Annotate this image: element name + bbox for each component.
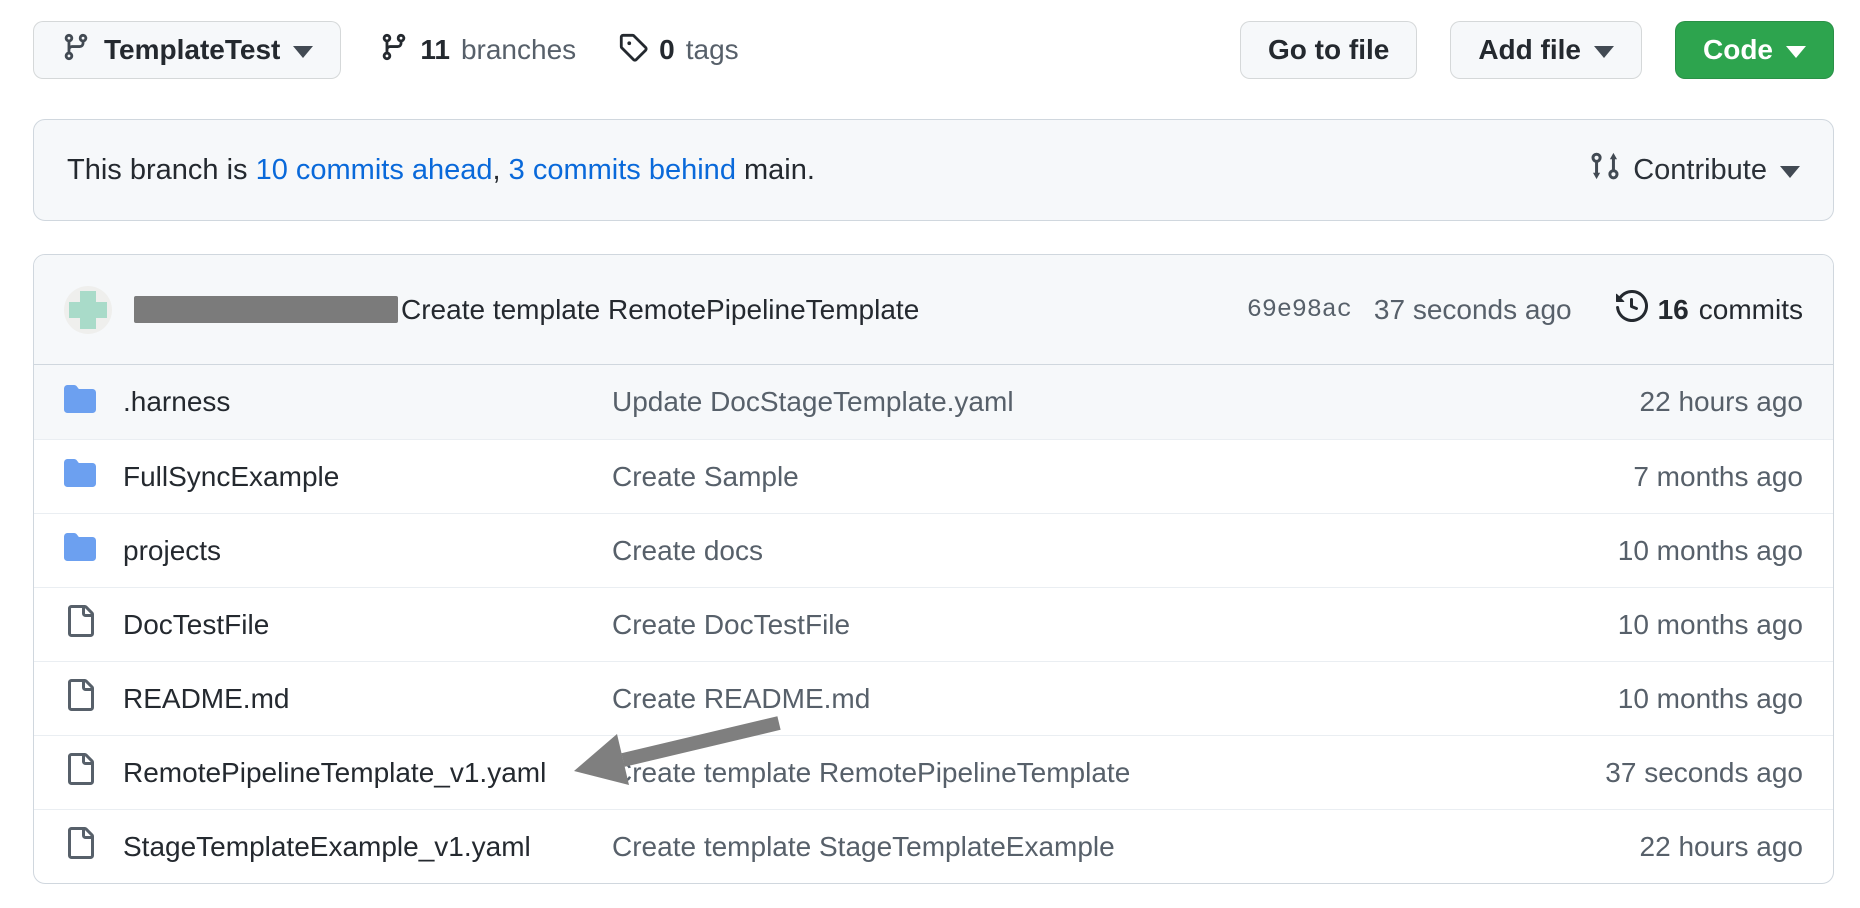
- chevron-down-icon: [293, 46, 313, 58]
- contribute-button[interactable]: Contribute: [1590, 151, 1800, 189]
- code-label: Code: [1703, 34, 1773, 66]
- file-name-link[interactable]: README.md: [123, 683, 289, 715]
- file-name-link[interactable]: FullSyncExample: [123, 461, 339, 493]
- file-name-cell: FullSyncExample: [64, 457, 612, 496]
- folder-icon: [64, 531, 96, 570]
- latest-commit-message[interactable]: Create template RemotePipelineTemplate: [401, 294, 919, 326]
- branch-name: TemplateTest: [104, 34, 280, 66]
- chevron-down-icon: [1594, 46, 1614, 58]
- commit-message-link[interactable]: Create template StageTemplateExample: [612, 831, 1483, 863]
- file-age: 10 months ago: [1483, 535, 1803, 567]
- branch-status-text: This branch is 10 commits ahead, 3 commi…: [67, 154, 815, 187]
- tag-icon: [618, 32, 648, 69]
- commit-message-link[interactable]: Create Sample: [612, 461, 1483, 493]
- file-age: 22 hours ago: [1483, 831, 1803, 863]
- table-row: .harness Update DocStageTemplate.yaml 22…: [34, 365, 1833, 439]
- commit-message-link[interactable]: Create docs: [612, 535, 1483, 567]
- tags-count: 0: [659, 34, 675, 66]
- add-file-label: Add file: [1478, 34, 1581, 66]
- repo-stats: 11 branches 0 tags: [379, 32, 738, 69]
- git-branch-icon: [61, 32, 91, 69]
- latest-commit-meta: 69e98ac 37 seconds ago 16 commits: [1247, 290, 1803, 329]
- file-name-cell: StageTemplateExample_v1.yaml: [64, 827, 612, 866]
- file-name-cell: RemotePipelineTemplate_v1.yaml: [64, 753, 612, 792]
- commits-behind-link[interactable]: 3 commits behind: [509, 154, 736, 186]
- repo-toolbar: TemplateTest 11 branches 0 tags Go to fi…: [33, 21, 1834, 79]
- chevron-down-icon: [1780, 166, 1800, 178]
- status-comma: ,: [493, 154, 509, 186]
- file-name-link[interactable]: projects: [123, 535, 221, 567]
- commit-count: 16: [1658, 294, 1689, 326]
- branches-label: branches: [461, 34, 576, 66]
- file-age: 10 months ago: [1483, 609, 1803, 641]
- file-icon: [64, 679, 96, 718]
- file-age: 10 months ago: [1483, 683, 1803, 715]
- file-name-link[interactable]: DocTestFile: [123, 609, 269, 641]
- history-clock-icon: [1616, 290, 1648, 329]
- status-suffix: main.: [736, 154, 815, 186]
- commit-message-link[interactable]: Create README.md: [612, 683, 1483, 715]
- file-icon: [64, 605, 96, 644]
- commit-sha: 69e98ac: [1247, 295, 1352, 324]
- file-icon: [64, 827, 96, 866]
- branches-count: 11: [420, 34, 450, 66]
- file-name-cell: README.md: [64, 679, 612, 718]
- table-row: RemotePipelineTemplate_v1.yaml Create te…: [34, 735, 1833, 809]
- repo-page: TemplateTest 11 branches 0 tags Go to fi…: [0, 0, 1860, 884]
- file-age: 37 seconds ago: [1483, 757, 1803, 789]
- file-age: 7 months ago: [1483, 461, 1803, 493]
- commit-message-link[interactable]: Update DocStageTemplate.yaml: [612, 386, 1483, 418]
- chevron-down-icon: [1786, 46, 1806, 58]
- file-browser: Create template RemotePipelineTemplate 6…: [33, 254, 1834, 884]
- status-prefix: This branch is: [67, 154, 256, 186]
- file-icon: [64, 753, 96, 792]
- file-name-link[interactable]: RemotePipelineTemplate_v1.yaml: [123, 757, 546, 789]
- file-name-cell: projects: [64, 531, 612, 570]
- redacted-username: [134, 296, 398, 323]
- tags-label: tags: [686, 34, 739, 66]
- commits-ahead-link[interactable]: 10 commits ahead: [256, 154, 493, 186]
- tags-stat[interactable]: 0 tags: [618, 32, 739, 69]
- file-name-link[interactable]: .harness: [123, 386, 230, 418]
- commit-message-link[interactable]: Create template RemotePipelineTemplate: [612, 757, 1483, 789]
- folder-icon: [64, 383, 96, 422]
- code-button[interactable]: Code: [1675, 21, 1834, 79]
- commit-message-link[interactable]: Create DocTestFile: [612, 609, 1483, 641]
- table-row: FullSyncExample Create Sample 7 months a…: [34, 439, 1833, 513]
- go-to-file-label: Go to file: [1268, 34, 1389, 66]
- folder-icon: [64, 457, 96, 496]
- git-branch-icon: [379, 32, 409, 69]
- add-file-button[interactable]: Add file: [1450, 21, 1642, 79]
- git-compare-icon: [1590, 151, 1620, 189]
- branches-stat[interactable]: 11 branches: [379, 32, 576, 69]
- latest-commit-bar: Create template RemotePipelineTemplate 6…: [34, 255, 1833, 365]
- file-name-cell: .harness: [64, 383, 612, 422]
- file-age: 22 hours ago: [1483, 386, 1803, 418]
- branch-selector[interactable]: TemplateTest: [33, 21, 341, 79]
- file-name-cell: DocTestFile: [64, 605, 612, 644]
- file-name-link[interactable]: StageTemplateExample_v1.yaml: [123, 831, 531, 863]
- commit-history-link[interactable]: 16 commits: [1616, 290, 1803, 329]
- branch-status-banner: This branch is 10 commits ahead, 3 commi…: [33, 119, 1834, 221]
- avatar[interactable]: [64, 286, 112, 334]
- table-row: DocTestFile Create DocTestFile 10 months…: [34, 587, 1833, 661]
- table-row: StageTemplateExample_v1.yaml Create temp…: [34, 809, 1833, 883]
- commit-timestamp: 37 seconds ago: [1374, 294, 1572, 326]
- table-row: README.md Create README.md 10 months ago: [34, 661, 1833, 735]
- commit-count-label: commits: [1699, 294, 1803, 326]
- contribute-label: Contribute: [1633, 154, 1767, 187]
- go-to-file-button[interactable]: Go to file: [1240, 21, 1417, 79]
- table-row: projects Create docs 10 months ago: [34, 513, 1833, 587]
